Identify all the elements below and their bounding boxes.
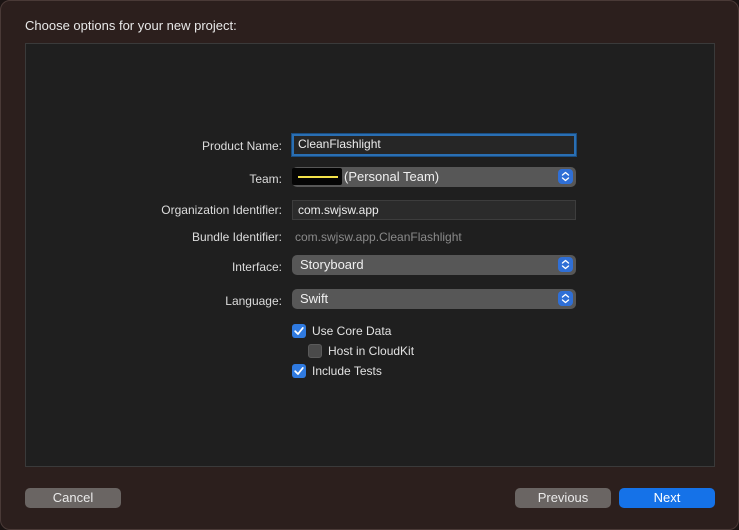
redacted-team-name — [292, 168, 342, 185]
interface-popup[interactable]: Storyboard — [292, 255, 576, 275]
checkmark-icon — [294, 327, 304, 335]
previous-button[interactable]: Previous — [515, 488, 611, 508]
product-name-field[interactable]: CleanFlashlight — [292, 134, 576, 156]
new-project-dialog: Choose options for your new project: Pro… — [0, 0, 739, 530]
chevron-updown-icon — [558, 291, 573, 306]
use-core-data-checkbox[interactable] — [292, 324, 306, 338]
team-popup[interactable]: (Personal Team) — [292, 167, 576, 187]
include-tests-checkbox[interactable] — [292, 364, 306, 378]
use-core-data-label: Use Core Data — [312, 324, 392, 338]
team-value: (Personal Team) — [344, 169, 440, 184]
product-name-value: CleanFlashlight — [298, 137, 381, 151]
organization-identifier-field[interactable]: com.swjsw.app — [292, 200, 576, 220]
organization-identifier-label: Organization Identifier: — [161, 203, 282, 217]
organization-identifier-value: com.swjsw.app — [298, 203, 379, 217]
team-label: Team: — [249, 172, 282, 186]
chevron-updown-icon — [558, 257, 573, 272]
next-button[interactable]: Next — [619, 488, 715, 508]
dialog-title: Choose options for your new project: — [25, 18, 237, 33]
host-in-cloudkit-checkbox[interactable] — [308, 344, 322, 358]
cancel-button[interactable]: Cancel — [25, 488, 121, 508]
host-in-cloudkit-label: Host in CloudKit — [328, 344, 415, 358]
bundle-identifier-value: com.swjsw.app.CleanFlashlight — [295, 230, 462, 244]
language-label: Language: — [225, 294, 282, 308]
product-name-label: Product Name: — [201, 139, 282, 153]
language-popup[interactable]: Swift — [292, 289, 576, 309]
checkmark-icon — [294, 367, 304, 375]
language-value: Swift — [300, 291, 329, 306]
interface-value: Storyboard — [300, 257, 364, 272]
interface-label: Interface: — [231, 260, 282, 274]
chevron-updown-icon — [558, 169, 573, 184]
bundle-identifier-label: Bundle Identifier: — [191, 230, 282, 244]
include-tests-label: Include Tests — [312, 364, 382, 378]
